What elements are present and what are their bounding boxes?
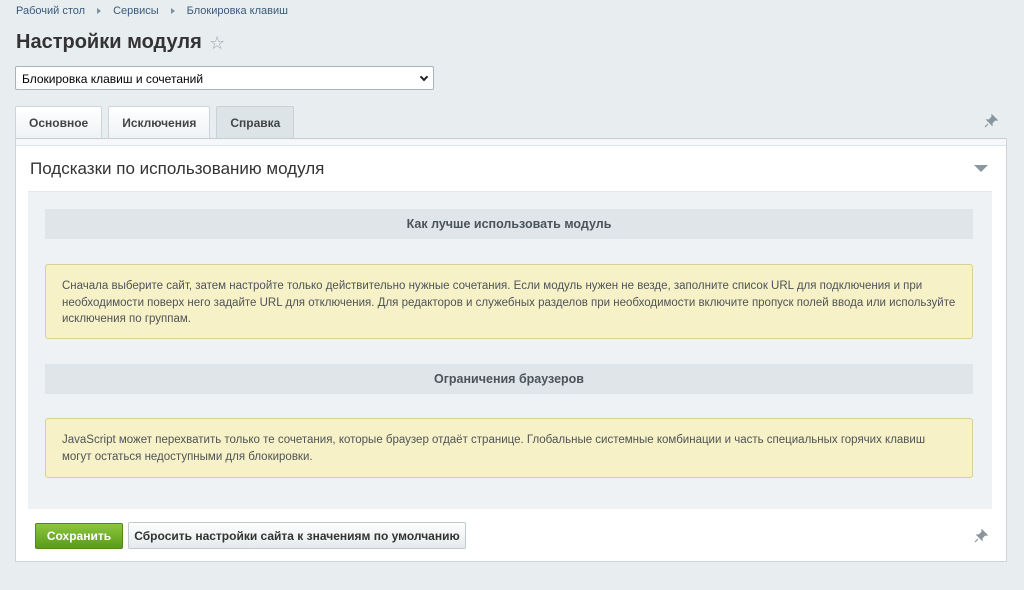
tab-main[interactable]: Основное bbox=[15, 106, 103, 139]
breadcrumb: Рабочий стол Сервисы Блокировка клавиш bbox=[16, 5, 288, 17]
help-panel: Подсказки по использованию модуля Как лу… bbox=[15, 138, 1007, 562]
block-note: Сначала выберите сайт, затем настройте т… bbox=[45, 264, 973, 339]
tab-help[interactable]: Справка bbox=[216, 106, 295, 139]
breadcrumb-services[interactable]: Сервисы bbox=[113, 5, 159, 17]
block-heading: Как лучше использовать модуль bbox=[45, 209, 973, 239]
save-button[interactable]: Сохранить bbox=[35, 523, 123, 549]
block-note: JavaScript может перехватить только те с… bbox=[45, 418, 973, 478]
block-heading: Ограничения браузеров bbox=[45, 364, 973, 394]
section-title: Подсказки по использованию модуля bbox=[30, 159, 325, 178]
tab-bar: Основное Исключения Справка bbox=[15, 106, 300, 139]
panel-top-strip bbox=[16, 139, 1006, 146]
chevron-down-icon bbox=[419, 72, 429, 82]
reset-defaults-button[interactable]: Сбросить настройки сайта к значениям по … bbox=[128, 522, 466, 549]
star-icon[interactable]: ☆ bbox=[209, 33, 225, 54]
module-select-value: Блокировка клавиш и сочетаний bbox=[22, 72, 204, 86]
module-select[interactable]: Блокировка клавиш и сочетаний bbox=[15, 66, 434, 90]
tab-exceptions[interactable]: Исключения bbox=[108, 106, 211, 139]
breadcrumb-arrow-icon bbox=[97, 8, 102, 14]
breadcrumb-key-lock[interactable]: Блокировка клавиш bbox=[187, 5, 288, 17]
pin-icon[interactable] bbox=[984, 113, 999, 128]
page-title: Настройки модуля bbox=[16, 31, 202, 53]
triangle-down-icon[interactable] bbox=[974, 165, 988, 172]
pin-icon[interactable] bbox=[974, 528, 989, 543]
breadcrumb-arrow-icon bbox=[170, 8, 175, 14]
breadcrumb-desktop[interactable]: Рабочий стол bbox=[16, 5, 85, 17]
help-content: Как лучше использовать модуль Сначала вы… bbox=[28, 191, 992, 509]
